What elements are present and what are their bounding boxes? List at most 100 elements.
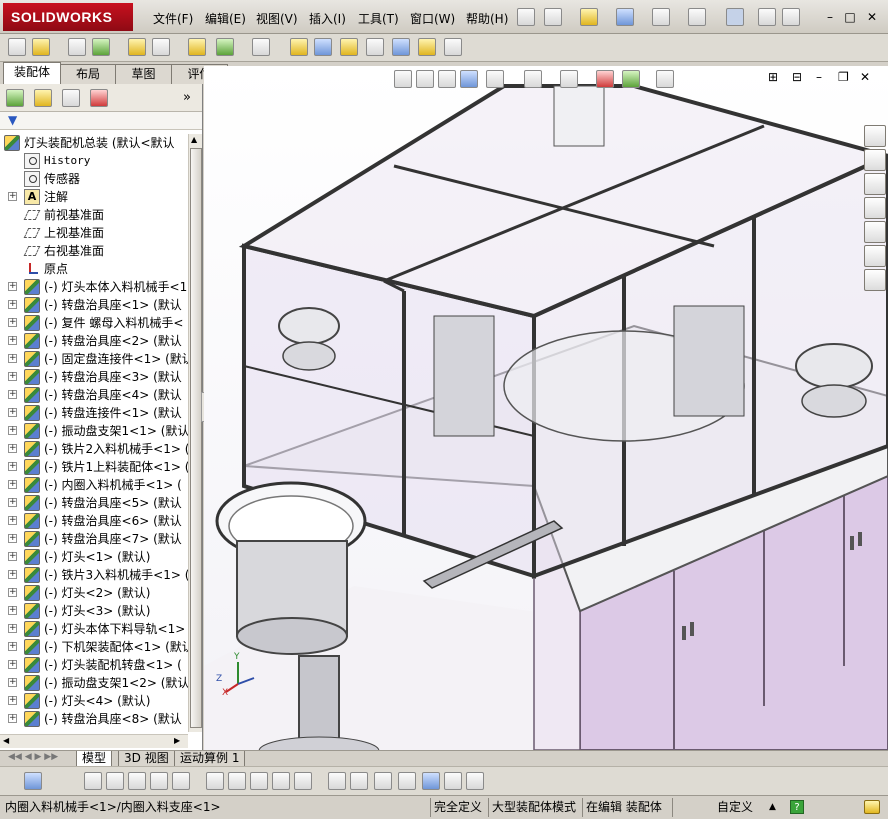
- arc-tool-icon[interactable]: [206, 772, 224, 790]
- zoom-area-icon[interactable]: [416, 70, 434, 88]
- tree-filter[interactable]: ▼: [0, 112, 202, 130]
- expand-toggle[interactable]: +: [8, 696, 17, 705]
- tree-item-component[interactable]: + (-) 转盘治具座<6> (默认: [0, 512, 188, 530]
- menu-help[interactable]: 帮助(H): [466, 10, 508, 27]
- component-preview-icon[interactable]: [444, 772, 462, 790]
- tree-item-component[interactable]: + (-) 转盘连接件<1> (默认: [0, 404, 188, 422]
- open-folder-icon[interactable]: [580, 8, 598, 26]
- menu-window[interactable]: 窗口(W): [410, 10, 455, 27]
- tree-item-component[interactable]: + (-) 转盘治具座<1> (默认: [0, 296, 188, 314]
- tag-icon[interactable]: [864, 800, 880, 814]
- mate-icon[interactable]: [68, 38, 86, 56]
- expand-toggle[interactable]: +: [8, 678, 17, 687]
- new-document-icon[interactable]: [544, 8, 562, 26]
- tree-item-component[interactable]: + (-) 复件 螺母入料机械手<: [0, 314, 188, 332]
- new-motion-study-icon[interactable]: [290, 38, 308, 56]
- property-manager-tab-icon[interactable]: [34, 89, 52, 107]
- feature-manager-tab-icon[interactable]: [6, 89, 24, 107]
- smart-fasteners-icon[interactable]: [128, 38, 146, 56]
- expand-toggle[interactable]: +: [8, 588, 17, 597]
- offset-tool-icon[interactable]: [250, 772, 268, 790]
- help-question-icon[interactable]: ?: [790, 800, 804, 814]
- tree-item-front-plane[interactable]: 前视基准面: [0, 206, 188, 224]
- scroll-right-icon[interactable]: ▶: [174, 736, 180, 745]
- tree-item-origin[interactable]: 原点: [0, 260, 188, 278]
- tree-item-component[interactable]: + (-) 内圈入料机械手<1> (: [0, 476, 188, 494]
- tree-item-component[interactable]: + (-) 铁片2入料机械手<1> (: [0, 440, 188, 458]
- tab-assembly[interactable]: 装配体: [3, 62, 61, 84]
- graphics-area[interactable]: ⊞ ⊟ – ❐ ✕ Y Z X: [204, 66, 888, 750]
- tree-item-component[interactable]: + (-) 振动盘支架1<2> (默认: [0, 674, 188, 692]
- expand-toggle[interactable]: +: [8, 534, 17, 543]
- tile-right-icon[interactable]: ⊟: [792, 70, 802, 84]
- smart-dimension-icon[interactable]: [328, 772, 346, 790]
- point-tool-icon[interactable]: [294, 772, 312, 790]
- menu-insert[interactable]: 插入(I): [309, 10, 346, 27]
- scrollbar-thumb[interactable]: [190, 148, 202, 728]
- line-tool-icon[interactable]: [106, 772, 124, 790]
- doc-close-icon[interactable]: ✕: [860, 70, 870, 84]
- tree-item-component[interactable]: + (-) 铁片3入料机械手<1> (: [0, 566, 188, 584]
- tab-sketch[interactable]: 草图: [115, 64, 172, 84]
- solidworks-forum-icon[interactable]: [864, 269, 886, 291]
- tree-item-component[interactable]: + (-) 灯头本体下料导轨<1>: [0, 620, 188, 638]
- tree-item-history[interactable]: History: [0, 152, 188, 170]
- print-icon[interactable]: [652, 8, 670, 26]
- close-icon[interactable]: ✕: [864, 10, 880, 24]
- menu-view[interactable]: 视图(V): [256, 10, 298, 27]
- tab-layout[interactable]: 布局: [60, 64, 116, 84]
- tree-item-component[interactable]: + (-) 转盘治具座<4> (默认: [0, 386, 188, 404]
- new-part-icon[interactable]: [32, 38, 50, 56]
- expand-toggle[interactable]: +: [8, 516, 17, 525]
- view-settings-icon[interactable]: [656, 70, 674, 88]
- corner-rectangle-icon[interactable]: [272, 772, 290, 790]
- display-manager-tab-icon[interactable]: [90, 89, 108, 107]
- expand-toggle[interactable]: +: [8, 570, 17, 579]
- tab-3d-view[interactable]: 3D 视图: [118, 751, 175, 767]
- polygon-tool-icon[interactable]: [128, 772, 146, 790]
- expand-toggle[interactable]: +: [8, 444, 17, 453]
- tab-nav-arrows[interactable]: ◀◀ ◀ ▶ ▶▶: [8, 752, 58, 762]
- spline-tool-icon[interactable]: [228, 772, 246, 790]
- insert-component-icon[interactable]: [8, 38, 26, 56]
- relations-icon[interactable]: [374, 772, 392, 790]
- table-icon[interactable]: [466, 772, 484, 790]
- expand-toggle[interactable]: +: [8, 606, 17, 615]
- tree-item-component[interactable]: + (-) 灯头装配机转盘<1> (: [0, 656, 188, 674]
- tree-item-sensors[interactable]: 传感器: [0, 170, 188, 188]
- expand-toggle[interactable]: +: [8, 498, 17, 507]
- tree-item-component[interactable]: + (-) 转盘治具座<8> (默认: [0, 710, 188, 728]
- tab-model[interactable]: 模型: [76, 751, 113, 767]
- doc-restore-icon[interactable]: ❐: [838, 70, 849, 84]
- select-cursor-icon[interactable]: [726, 8, 744, 26]
- design-library-icon[interactable]: [864, 149, 886, 171]
- tree-item-component[interactable]: + (-) 铁片1上料装配体<1> (: [0, 458, 188, 476]
- units-arrow-icon[interactable]: ▲: [766, 798, 779, 817]
- explode-line-icon[interactable]: [366, 38, 384, 56]
- tree-item-component[interactable]: + (-) 下机架装配体<1> (默认: [0, 638, 188, 656]
- menu-edit[interactable]: 编辑(E): [205, 10, 246, 27]
- expand-toggle[interactable]: +: [8, 408, 17, 417]
- edit-appearance-icon[interactable]: [596, 70, 614, 88]
- 3d-sketch-icon[interactable]: [398, 772, 416, 790]
- solidworks-logo[interactable]: SOLIDWORKS: [3, 3, 133, 31]
- pin-icon[interactable]: [517, 8, 535, 26]
- tree-item-component[interactable]: + (-) 灯头<2> (默认): [0, 584, 188, 602]
- tree-vertical-scrollbar[interactable]: ▲: [188, 134, 202, 732]
- tree-item-component[interactable]: + (-) 灯头本体入料机械手<1: [0, 278, 188, 296]
- previous-view-icon[interactable]: [438, 70, 456, 88]
- tile-left-icon[interactable]: ⊞: [768, 70, 778, 84]
- apply-scene-icon[interactable]: [622, 70, 640, 88]
- save-icon[interactable]: [616, 8, 634, 26]
- shaded-view-icon[interactable]: [422, 772, 440, 790]
- tree-item-component[interactable]: + (-) 转盘治具座<5> (默认: [0, 494, 188, 512]
- tree-item-component[interactable]: + (-) 转盘治具座<3> (默认: [0, 368, 188, 386]
- file-explorer-icon[interactable]: [864, 173, 886, 195]
- custom-properties-icon[interactable]: [864, 245, 886, 267]
- tree-item-component[interactable]: + (-) 固定盘连接件<1> (默认: [0, 350, 188, 368]
- help-icon[interactable]: [782, 8, 800, 26]
- centerline-tool-icon[interactable]: [172, 772, 190, 790]
- expand-toggle[interactable]: +: [8, 552, 17, 561]
- tree-item-top-plane[interactable]: 上视基准面: [0, 224, 188, 242]
- expand-toggle[interactable]: +: [8, 300, 17, 309]
